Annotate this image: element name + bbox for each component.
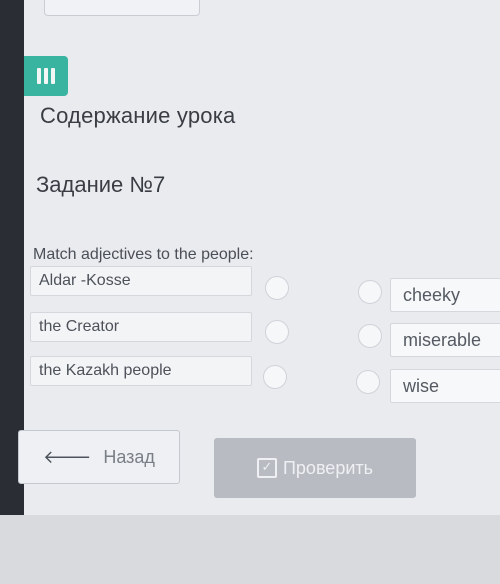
right-item-miserable[interactable]: miserable	[390, 323, 500, 357]
left-panel-edge	[0, 0, 24, 584]
bottom-band	[0, 515, 500, 584]
left-match-radio[interactable]	[265, 320, 289, 344]
left-match-radio[interactable]	[265, 276, 289, 300]
menu-icon	[37, 68, 55, 84]
right-item-cheeky[interactable]: cheeky	[390, 278, 500, 312]
check-button[interactable]: ✓ Проверить	[214, 438, 416, 498]
left-match-radio[interactable]	[263, 365, 287, 389]
right-match-radio[interactable]	[358, 324, 382, 348]
right-match-radio[interactable]	[358, 280, 382, 304]
back-button[interactable]: 🡐 Назад	[18, 430, 180, 484]
menu-button[interactable]	[24, 56, 68, 96]
left-item-kazakh-people[interactable]: the Kazakh people	[30, 356, 252, 386]
right-match-radio[interactable]	[356, 370, 380, 394]
right-item-wise[interactable]: wise	[390, 369, 500, 403]
lesson-contents-title: Содержание урока	[40, 103, 236, 128]
check-button-label: Проверить	[282, 457, 374, 478]
checkbox-icon: ✓	[256, 458, 277, 478]
back-button-label: Назад	[103, 446, 155, 467]
task-instruction: Match adjectives to the people:	[33, 246, 254, 263]
arrow-left-icon: 🡐	[43, 446, 92, 467]
task-title: Задание №7	[36, 172, 166, 197]
left-item-aldar-kosse[interactable]: Aldar -Kosse	[30, 266, 252, 296]
left-item-creator[interactable]: the Creator	[30, 312, 252, 342]
top-partial-button[interactable]	[44, 0, 200, 16]
